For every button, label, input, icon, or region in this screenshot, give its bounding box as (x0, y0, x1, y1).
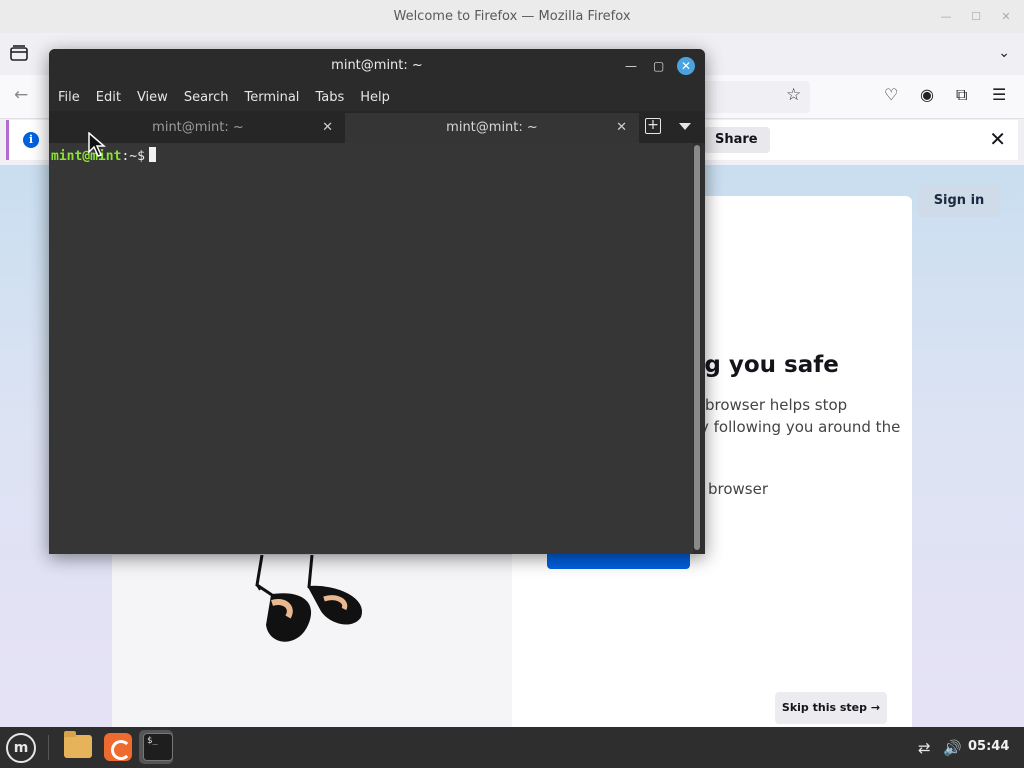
share-button[interactable]: Share (703, 127, 770, 153)
terminal-title: mint@mint: ~ (331, 58, 423, 73)
text-cursor (148, 147, 156, 162)
firefox-window-controls: — ☐ ✕ (940, 0, 1012, 33)
terminal-close-icon[interactable]: ✕ (677, 57, 695, 75)
onboarding-text-line: y following you around the (700, 418, 901, 436)
clock[interactable]: 05:44 (968, 739, 1009, 754)
firefox-window-title: Welcome to Firefox — Mozilla Firefox (393, 9, 631, 24)
terminal-output[interactable]: mint@mint:~$ (49, 143, 693, 554)
firefox-view-icon[interactable] (10, 45, 28, 61)
terminal-tabbar: mint@mint: ~ ✕ mint@mint: ~ ✕ (49, 111, 705, 143)
illustration-feet (255, 554, 363, 642)
primary-action-button[interactable] (547, 553, 690, 569)
notification-close-icon[interactable]: ✕ (989, 127, 1006, 151)
pocket-icon[interactable]: ♡ (884, 85, 898, 104)
terminal-titlebar[interactable]: mint@mint: ~ (49, 49, 705, 83)
onboarding-text-line: browser helps stop (705, 396, 848, 414)
tab-close-icon[interactable]: ✕ (322, 113, 333, 143)
terminal-scrollbar[interactable] (694, 145, 700, 550)
terminal-maximize-icon[interactable]: ▢ (653, 49, 664, 83)
extensions-icon[interactable]: ⧉ (956, 85, 967, 105)
hamburger-menu-icon[interactable]: ☰ (992, 85, 1006, 104)
list-all-tabs-icon[interactable]: ⌄ (998, 45, 1010, 61)
new-tab-icon[interactable]: + (645, 118, 661, 134)
menu-search[interactable]: Search (184, 90, 229, 105)
firefox-launcher-icon[interactable] (104, 733, 132, 761)
menu-edit[interactable]: Edit (96, 90, 121, 105)
terminal-tab-2[interactable]: mint@mint: ~ ✕ (345, 113, 639, 143)
terminal-minimize-icon[interactable]: — (625, 49, 637, 83)
tab-close-icon[interactable]: ✕ (616, 113, 627, 143)
info-icon: i (23, 132, 39, 148)
sign-in-button[interactable]: Sign in (918, 185, 1000, 217)
firefox-close-button[interactable]: ✕ (1000, 10, 1012, 23)
prompt-user: mint@mint (51, 149, 122, 164)
prompt-path: :~$ (121, 149, 145, 164)
tab-menu-chevron-icon[interactable] (679, 123, 691, 130)
back-arrow-icon[interactable]: ← (14, 85, 28, 105)
bookmark-star-icon[interactable]: ☆ (786, 85, 801, 105)
terminal-window: mint@mint: ~ — ▢ ✕ File Edit View Search… (49, 49, 705, 554)
terminal-menubar: File Edit View Search Terminal Tabs Help (49, 83, 705, 111)
firefox-maximize-button[interactable]: ☐ (970, 10, 982, 23)
files-folder-icon[interactable] (64, 731, 92, 758)
terminal-tab-label: mint@mint: ~ (152, 120, 244, 135)
volume-icon[interactable]: 🔊 (943, 739, 962, 757)
mint-menu-icon[interactable]: m (6, 733, 36, 763)
firefox-minimize-button[interactable]: — (940, 10, 952, 23)
onboarding-heading: ng you safe (688, 352, 839, 378)
illustration-panel (112, 554, 512, 727)
onboarding-text-line: browser (708, 480, 769, 498)
account-icon[interactable]: ◉ (920, 85, 934, 104)
terminal-launcher-icon[interactable]: $_ (143, 733, 173, 761)
taskbar-separator (48, 735, 49, 760)
menu-view[interactable]: View (137, 90, 168, 105)
mouse-pointer-icon (88, 132, 106, 157)
network-icon[interactable]: ⇄ (918, 739, 931, 757)
menu-tabs[interactable]: Tabs (315, 90, 344, 105)
skip-step-button[interactable]: Skip this step → (775, 692, 887, 724)
menu-terminal[interactable]: Terminal (244, 90, 299, 105)
menu-file[interactable]: File (58, 90, 80, 105)
terminal-tab-label: mint@mint: ~ (446, 120, 538, 135)
firefox-titlebar: Welcome to Firefox — Mozilla Firefox (0, 0, 1024, 33)
menu-help[interactable]: Help (360, 90, 390, 105)
